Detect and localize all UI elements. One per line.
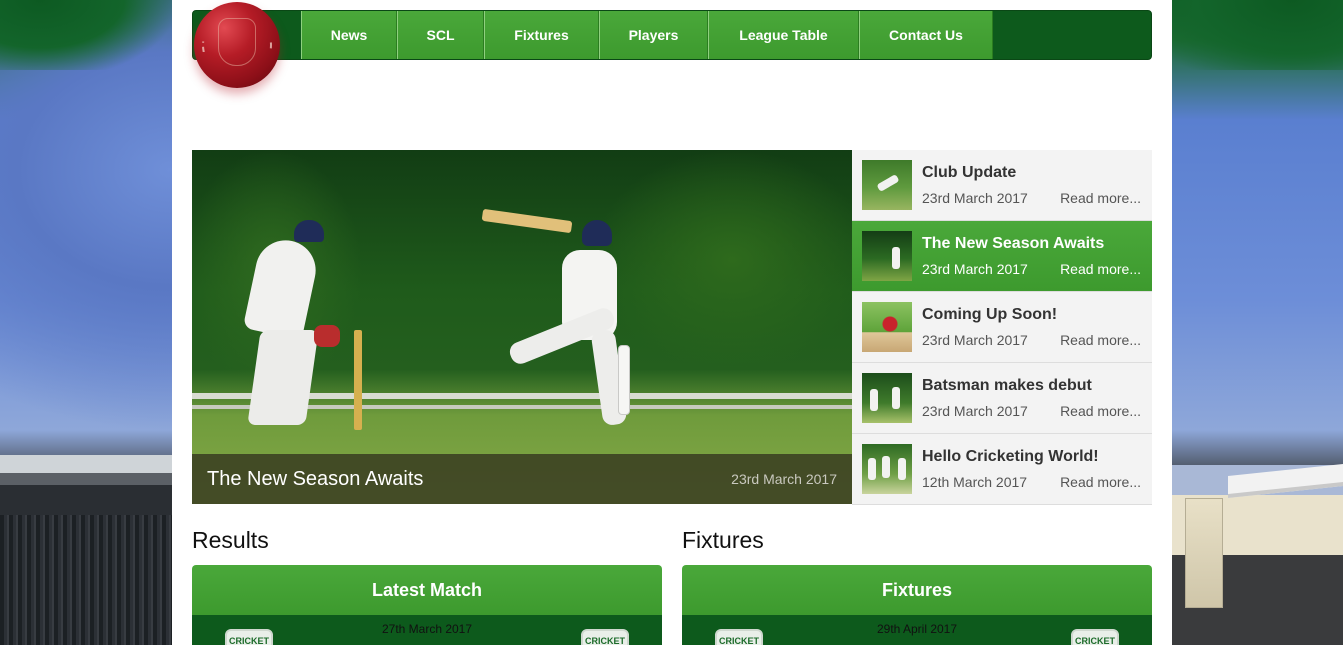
background-trees-left bbox=[0, 0, 172, 70]
read-more-link[interactable]: Read more... bbox=[1060, 474, 1141, 490]
page-container: News SCL Fixtures Players League Table C… bbox=[172, 0, 1172, 645]
main-nav: News SCL Fixtures Players League Table C… bbox=[192, 10, 1152, 60]
read-more-link[interactable]: Read more... bbox=[1060, 332, 1141, 348]
fixtures-heading: Fixtures bbox=[682, 527, 764, 553]
news-list: Club Update 23rd March 2017 Read more...… bbox=[852, 150, 1152, 505]
logo-crest bbox=[218, 18, 256, 66]
results-heading: Results bbox=[192, 527, 269, 553]
background-trees-right bbox=[1172, 0, 1343, 70]
hero-title[interactable]: The New Season Awaits bbox=[207, 468, 423, 491]
nav-item-players[interactable]: Players bbox=[599, 11, 708, 59]
hero-date: 23rd March 2017 bbox=[731, 471, 837, 487]
news-item[interactable]: Hello Cricketing World! 12th March 2017 … bbox=[852, 434, 1152, 505]
read-more-link[interactable]: Read more... bbox=[1060, 403, 1141, 419]
hero-batsman bbox=[481, 208, 722, 430]
fixtures-body: 29th April 2017 CRICKET CRICKET bbox=[682, 615, 1152, 645]
nav-item-fixtures[interactable]: Fixtures bbox=[484, 11, 599, 59]
news-item[interactable]: The New Season Awaits 23rd March 2017 Re… bbox=[852, 221, 1152, 292]
home-team-badge-icon: CRICKET bbox=[225, 629, 273, 645]
news-title[interactable]: The New Season Awaits bbox=[922, 235, 1104, 253]
news-date: 12th March 2017 bbox=[922, 474, 1028, 490]
read-more-link[interactable]: Read more... bbox=[1060, 190, 1141, 206]
news-thumbnail bbox=[862, 373, 912, 423]
news-thumbnail bbox=[862, 231, 912, 281]
news-date: 23rd March 2017 bbox=[922, 190, 1028, 206]
home-team-badge-icon: CRICKET bbox=[715, 629, 763, 645]
news-date: 23rd March 2017 bbox=[922, 403, 1028, 419]
news-title[interactable]: Coming Up Soon! bbox=[922, 306, 1057, 324]
background-stand-left bbox=[0, 455, 172, 645]
latest-match-header[interactable]: Latest Match bbox=[192, 565, 662, 615]
news-title[interactable]: Club Update bbox=[922, 164, 1016, 182]
news-item[interactable]: Batsman makes debut 23rd March 2017 Read… bbox=[852, 363, 1152, 434]
news-item[interactable]: Club Update 23rd March 2017 Read more... bbox=[852, 150, 1152, 221]
background-tower bbox=[1185, 498, 1223, 608]
news-title[interactable]: Hello Cricketing World! bbox=[922, 448, 1099, 466]
news-date: 23rd March 2017 bbox=[922, 332, 1028, 348]
nav-item-contact-us[interactable]: Contact Us bbox=[859, 11, 993, 59]
hero-wicketkeeper bbox=[234, 220, 340, 425]
fixtures-panel: Fixtures 29th April 2017 CRICKET CRICKET bbox=[682, 565, 1152, 645]
nav-items: News SCL Fixtures Players League Table C… bbox=[301, 11, 993, 59]
away-team-badge-icon: CRICKET bbox=[581, 629, 629, 645]
latest-match-panel: Latest Match 27th March 2017 CRICKET CRI… bbox=[192, 565, 662, 645]
news-date: 23rd March 2017 bbox=[922, 261, 1028, 277]
news-thumbnail bbox=[862, 302, 912, 352]
hero-stumps bbox=[354, 330, 362, 430]
read-more-link[interactable]: Read more... bbox=[1060, 261, 1141, 277]
nav-item-news[interactable]: News bbox=[301, 11, 397, 59]
news-thumbnail bbox=[862, 444, 912, 494]
hero-slider[interactable]: The New Season Awaits 23rd March 2017 bbox=[192, 150, 852, 504]
cricket-ball-logo-icon[interactable] bbox=[194, 2, 280, 88]
latest-match-body: 27th March 2017 CRICKET CRICKET bbox=[192, 615, 662, 645]
hero-caption: The New Season Awaits 23rd March 2017 bbox=[192, 454, 852, 504]
nav-item-scl[interactable]: SCL bbox=[397, 11, 484, 59]
nav-item-league-table[interactable]: League Table bbox=[708, 11, 859, 59]
news-thumbnail bbox=[862, 160, 912, 210]
news-item[interactable]: Coming Up Soon! 23rd March 2017 Read mor… bbox=[852, 292, 1152, 363]
news-title[interactable]: Batsman makes debut bbox=[922, 377, 1092, 395]
fixtures-header[interactable]: Fixtures bbox=[682, 565, 1152, 615]
away-team-badge-icon: CRICKET bbox=[1071, 629, 1119, 645]
